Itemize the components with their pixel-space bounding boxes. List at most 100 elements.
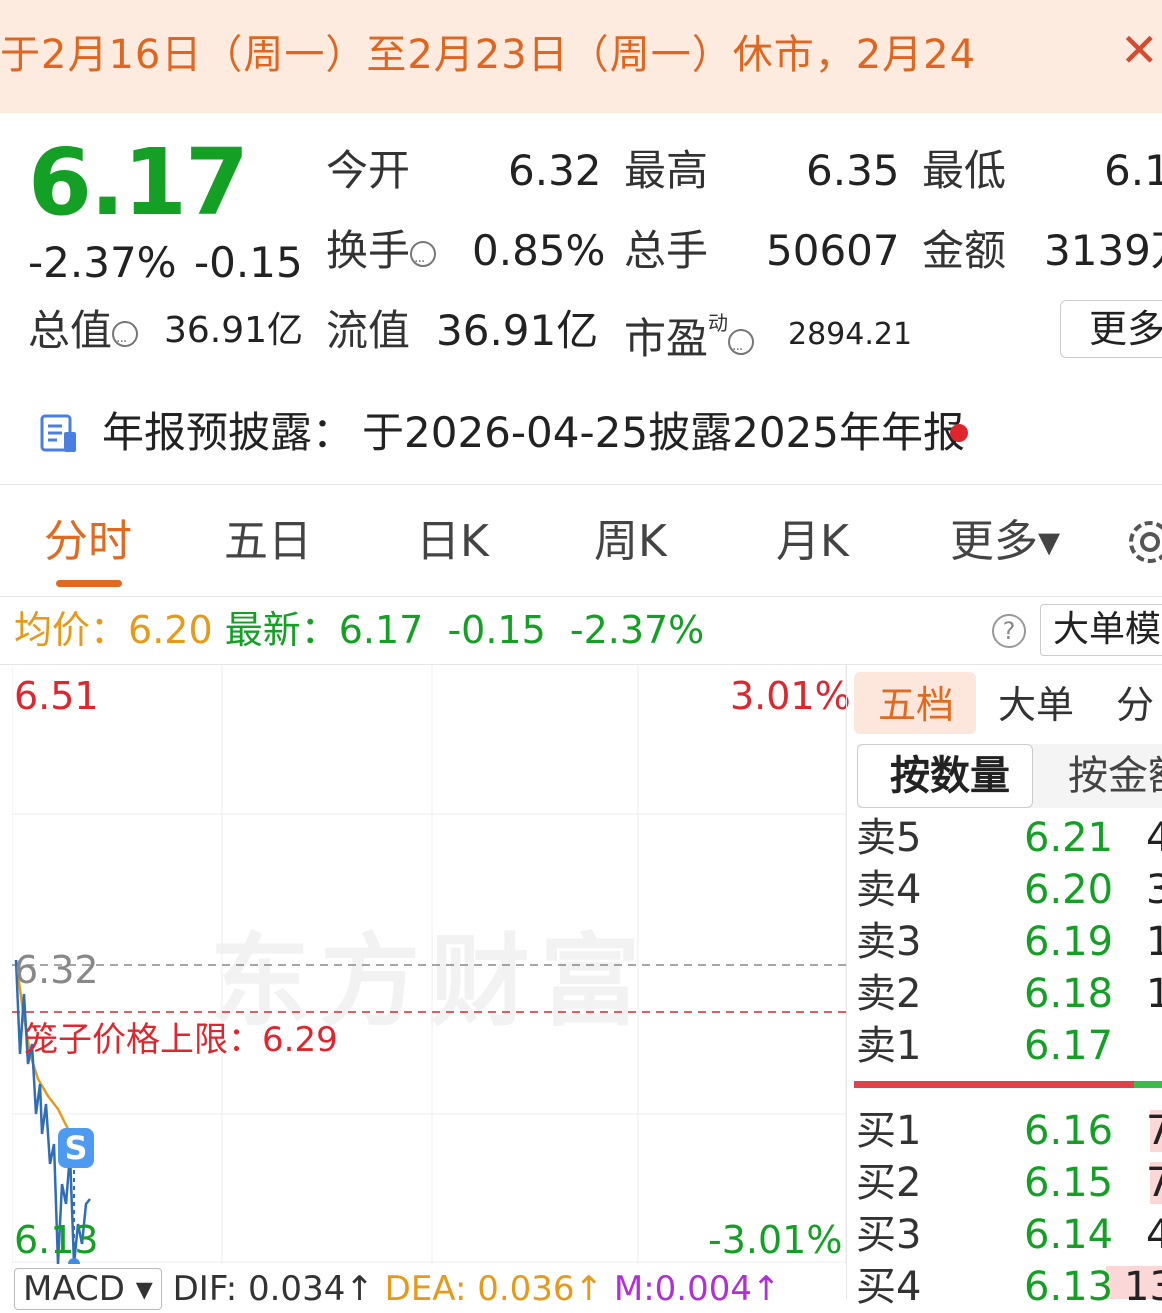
high-label: 最高 — [624, 146, 709, 195]
low-label: 最低 — [922, 146, 1007, 195]
bid-1-volume: 7 — [1146, 1108, 1162, 1154]
amount-label: 金额 — [922, 226, 1007, 275]
chart-grid — [12, 664, 846, 1264]
bid-2-label: 买2 — [856, 1160, 922, 1206]
low-value: 6.1 — [1104, 146, 1162, 195]
prev-close-label: 6.32 — [14, 948, 99, 992]
ask-2-label: 卖2 — [856, 971, 922, 1017]
help-icon[interactable]: ? — [992, 614, 1026, 648]
macd-dif: DIF: 0.034↑ — [172, 1269, 374, 1309]
intraday-chart[interactable] — [12, 664, 846, 1264]
big-order-mode-button[interactable]: 大单模 — [1040, 604, 1162, 656]
notice-text: 于2026-04-25披露2025年年报 — [362, 408, 965, 457]
segment-by-quantity[interactable]: 按数量 — [890, 750, 1010, 802]
cage-limit-label: 笼子价格上限：6.29 — [24, 1020, 338, 1060]
pe-value: 2894.21 — [788, 317, 913, 352]
unread-dot — [950, 424, 968, 442]
sell-signal-marker[interactable]: S — [58, 1128, 94, 1168]
intraday-stat-line: 均价：6.20 最新：6.17 -0.15 -2.37% — [14, 606, 704, 654]
avg-price-value: 6.20 — [128, 608, 213, 652]
tab-intraday[interactable]: 分时 — [44, 512, 132, 572]
ask-5-volume: 4 — [1146, 815, 1162, 861]
ask-2-volume: 1 — [1146, 971, 1162, 1017]
gear-icon[interactable] — [1124, 516, 1162, 568]
latest-value: 6.17 — [338, 608, 424, 652]
tab-five-levels[interactable]: 五档 — [878, 676, 954, 734]
bid-2-volume: 7 — [1146, 1160, 1162, 1206]
tab-more[interactable]: 更多▾ — [950, 512, 1060, 572]
market-cap-value: 36.91亿 — [164, 310, 304, 351]
amount-value: 3139万 — [1044, 226, 1162, 275]
latest-change: -0.15 — [447, 608, 546, 652]
bid-1-price[interactable]: 6.16 — [1024, 1105, 1113, 1157]
latest-label: 最新： — [224, 608, 339, 652]
macd-selector[interactable]: MACD ▾ — [14, 1268, 162, 1310]
annual-report-notice[interactable]: 年报预披露： 于2026-04-25披露2025年年报 — [102, 407, 965, 459]
change-amount: -0.15 — [194, 238, 303, 287]
buy-sell-ratio-bar-sell — [854, 1081, 1134, 1088]
buy-sell-ratio-bar-buy — [1134, 1081, 1162, 1088]
info-icon[interactable] — [728, 325, 755, 375]
high-value: 6.35 — [806, 146, 900, 195]
bid-4-price[interactable]: 6.13 — [1024, 1261, 1113, 1313]
pe-label[interactable]: 市盈动 — [624, 306, 755, 375]
divider — [846, 664, 847, 1299]
bid-2-price[interactable]: 6.15 — [1024, 1157, 1113, 1209]
holiday-banner[interactable]: 于2月16日（周一）至2月23日（周一）休市，2月24 ✕ — [0, 0, 1162, 113]
ask-1-price[interactable]: 6.17 — [1024, 1020, 1113, 1072]
tab-weekly-k[interactable]: 周K — [594, 512, 667, 572]
bid-3-label: 买3 — [856, 1212, 922, 1258]
latest-change-pct: -2.37% — [569, 608, 705, 652]
ask-5-label: 卖5 — [856, 815, 922, 861]
volume-value: 50607 — [766, 226, 900, 275]
ask-5-price[interactable]: 6.21 — [1024, 812, 1113, 864]
close-icon[interactable]: ✕ — [1120, 22, 1159, 78]
float-cap-label: 流值 — [326, 306, 411, 355]
y-axis-bottom-pct: -3.01% — [708, 1218, 843, 1262]
ask-4-label: 卖4 — [856, 867, 922, 913]
info-icon[interactable] — [410, 237, 437, 287]
tab-time-sales[interactable]: 分 — [1116, 676, 1154, 734]
open-label: 今开 — [326, 146, 411, 195]
last-price: 6.17 — [28, 129, 249, 236]
document-icon — [40, 414, 76, 452]
bid-3-volume: 4 — [1146, 1212, 1162, 1258]
ask-3-volume: 1 — [1146, 919, 1162, 965]
tab-monthly-k[interactable]: 月K — [776, 512, 849, 572]
info-icon[interactable] — [112, 317, 139, 367]
bid-1-label: 买1 — [856, 1108, 922, 1154]
holiday-banner-text: 于2月16日（周一）至2月23日（周一）休市，2月24 — [0, 32, 977, 78]
ask-2-price[interactable]: 6.18 — [1024, 968, 1113, 1020]
open-value: 6.32 — [508, 146, 602, 195]
pe-dynamic-sup: 动 — [708, 311, 729, 335]
macd-dea: DEA: 0.036↑ — [384, 1269, 604, 1309]
ask-1-label: 卖1 — [856, 1023, 922, 1069]
tab-big-orders[interactable]: 大单 — [998, 676, 1074, 734]
ask-3-label: 卖3 — [856, 919, 922, 965]
y-axis-top-pct: 3.01% — [730, 674, 851, 718]
change-percent: -2.37% — [28, 238, 177, 287]
active-tab-indicator — [56, 580, 122, 587]
notice-label: 年报预披露： — [102, 408, 355, 457]
turnover-label-text: 换手 — [326, 226, 411, 275]
macd-m: M:0.004↑ — [613, 1269, 781, 1309]
ask-4-price[interactable]: 6.20 — [1024, 864, 1113, 916]
macd-indicator-bar: MACD ▾ DIF: 0.034↑ DEA: 0.036↑ M:0.004↑ — [14, 1268, 781, 1310]
ask-4-volume: 3 — [1146, 867, 1162, 913]
tab-daily-k[interactable]: 日K — [416, 512, 489, 572]
ask-3-price[interactable]: 6.19 — [1024, 916, 1113, 968]
turnover-label[interactable]: 换手 — [326, 226, 437, 287]
market-cap-label-text: 总值 — [28, 306, 113, 355]
bid-3-price[interactable]: 6.14 — [1024, 1209, 1113, 1261]
tab-five-day[interactable]: 五日 — [224, 512, 312, 572]
market-cap-label[interactable]: 总值 — [28, 306, 139, 367]
y-axis-top-price: 6.51 — [14, 674, 99, 718]
float-cap-value: 36.91亿 — [436, 306, 599, 355]
bid-4-volume: 13 — [1124, 1264, 1162, 1310]
segment-by-amount[interactable]: 按金额 — [1068, 750, 1162, 802]
volume-label: 总手 — [624, 226, 709, 275]
divider — [0, 596, 1162, 597]
y-axis-bottom-price: 6.13 — [14, 1218, 99, 1262]
more-quote-button[interactable]: 更多 — [1060, 300, 1162, 358]
cage-limit-text: 笼子价格上限： — [24, 1020, 262, 1060]
